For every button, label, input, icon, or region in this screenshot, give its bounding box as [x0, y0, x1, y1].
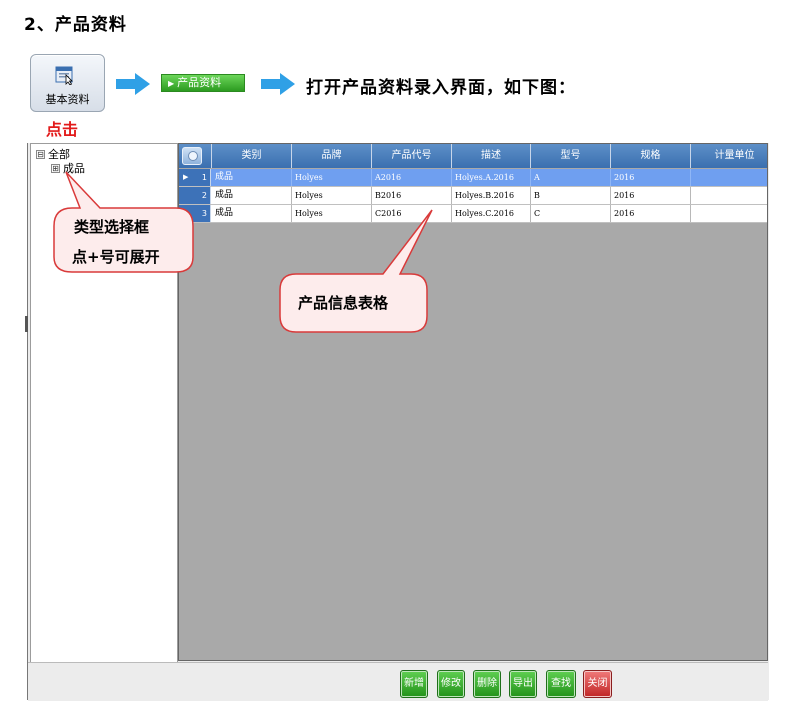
select-all-corner[interactable] — [179, 144, 212, 168]
tree-node-label: 成品 — [63, 162, 85, 175]
column-header-category[interactable]: 类别 — [212, 144, 292, 168]
open-instruction: 打开产品资料录入界面，如下图： — [306, 78, 576, 98]
add-button[interactable]: 新增 — [400, 670, 428, 698]
table-row[interactable]: 2 成品 Holyes B2016 Holyes.B.2016 B 2016 — [179, 187, 767, 205]
cell-description[interactable]: Holyes.B.2016 — [452, 187, 531, 204]
product-grid[interactable]: 类别 品牌 产品代号 描述 型号 规格 计量单位 ▶ 1 成品 Holyes A2… — [178, 143, 768, 661]
close-button[interactable]: 关闭 — [583, 670, 612, 698]
cell-brand[interactable]: Holyes — [292, 169, 372, 186]
cell-category[interactable]: 成品 — [212, 169, 292, 186]
row-header[interactable]: 3 — [179, 205, 211, 222]
expand-icon[interactable]: ⊞ — [51, 164, 60, 173]
arrow-right-icon — [115, 72, 151, 96]
cell-spec[interactable]: 2016 — [611, 205, 691, 222]
table-row[interactable]: ▶ 1 成品 Holyes A2016 Holyes.A.2016 A 2016 — [179, 169, 767, 187]
table-row[interactable]: 3 成品 Holyes C2016 Holyes.C.2016 C 2016 — [179, 205, 767, 223]
column-header-spec[interactable]: 规格 — [611, 144, 691, 168]
product-data-menu-item[interactable]: ▶ 产品资料 — [161, 74, 245, 92]
cell-category[interactable]: 成品 — [212, 205, 292, 222]
arrow-right-icon — [260, 72, 296, 96]
tree-node-finished-goods[interactable]: ⊞ 成品 — [51, 160, 85, 176]
cell-model[interactable]: A — [531, 169, 611, 186]
click-label: 点击 — [46, 120, 79, 139]
cell-unit[interactable] — [691, 169, 767, 186]
row-header[interactable]: ▶ 1 — [179, 169, 211, 186]
base-data-button[interactable]: 基本资料 — [30, 54, 105, 112]
cell-description[interactable]: Holyes.C.2016 — [452, 205, 531, 222]
cell-model[interactable]: C — [531, 205, 611, 222]
cell-brand[interactable]: Holyes — [292, 205, 372, 222]
section-title: 2、产品资料 — [24, 15, 127, 35]
row-header[interactable]: 2 — [179, 187, 211, 204]
grid-settings-icon[interactable] — [182, 147, 202, 165]
cell-brand[interactable]: Holyes — [292, 187, 372, 204]
export-button[interactable]: 导出 — [509, 670, 537, 698]
category-tree[interactable]: ⊟ 全部 ⊞ 成品 — [30, 143, 178, 663]
form-window-icon — [55, 66, 73, 85]
cell-product-code[interactable]: C2016 — [372, 205, 452, 222]
cell-spec[interactable]: 2016 — [611, 169, 691, 186]
play-icon: ▶ — [168, 79, 175, 88]
base-data-button-label: 基本资料 — [45, 93, 90, 106]
column-header-description[interactable]: 描述 — [452, 144, 531, 168]
column-header-model[interactable]: 型号 — [531, 144, 611, 168]
edit-button[interactable]: 修改 — [437, 670, 465, 698]
find-button[interactable]: 查找 — [546, 670, 576, 698]
cell-unit[interactable] — [691, 187, 767, 204]
cell-spec[interactable]: 2016 — [611, 187, 691, 204]
grid-header: 类别 品牌 产品代号 描述 型号 规格 计量单位 — [179, 144, 767, 168]
cell-description[interactable]: Holyes.A.2016 — [452, 169, 531, 186]
row-pointer-icon: ▶ — [183, 173, 189, 181]
cell-product-code[interactable]: B2016 — [372, 187, 452, 204]
column-header-product-code[interactable]: 产品代号 — [372, 144, 452, 168]
cell-category[interactable]: 成品 — [212, 187, 292, 204]
cell-model[interactable]: B — [531, 187, 611, 204]
collapse-icon[interactable]: ⊟ — [36, 150, 45, 159]
button-bar — [28, 662, 768, 701]
splitter-handle[interactable] — [25, 316, 28, 332]
column-header-brand[interactable]: 品牌 — [292, 144, 372, 168]
column-header-unit[interactable]: 计量单位 — [691, 144, 767, 168]
delete-button[interactable]: 删除 — [473, 670, 501, 698]
cell-unit[interactable] — [691, 205, 767, 222]
cell-product-code[interactable]: A2016 — [372, 169, 452, 186]
menu-chip-label: 产品资料 — [177, 76, 222, 89]
